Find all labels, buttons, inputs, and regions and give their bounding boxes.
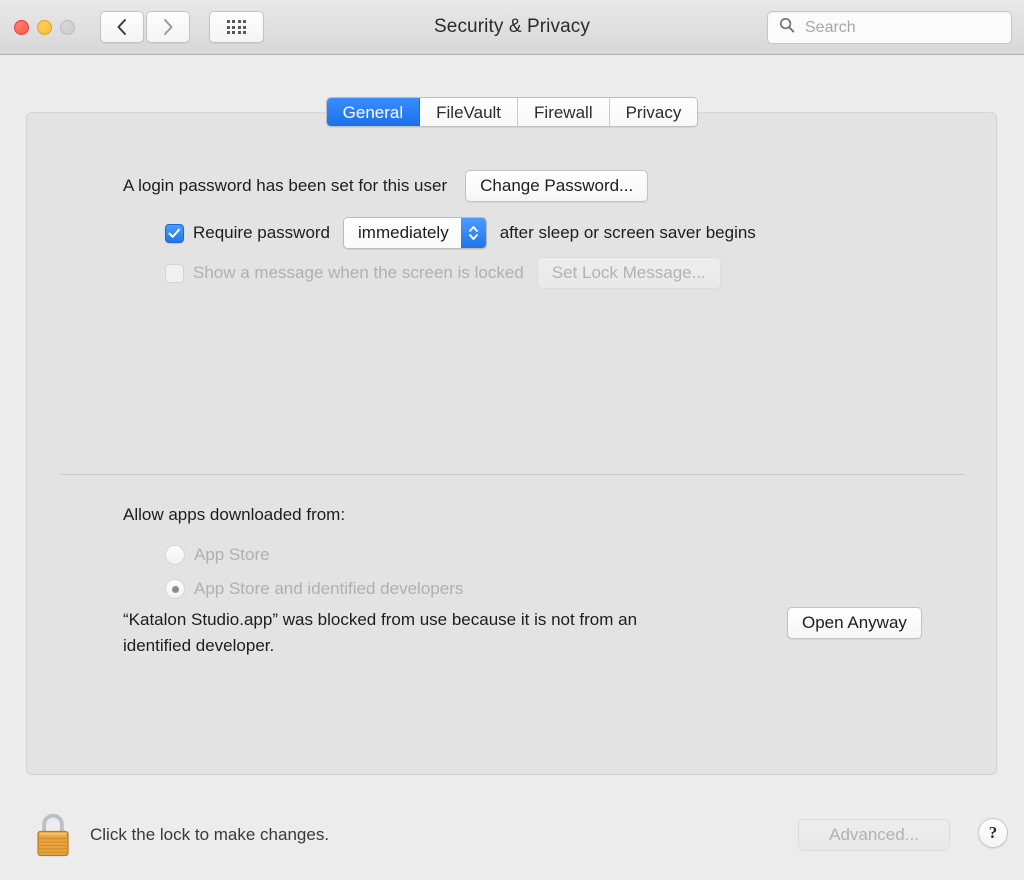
open-anyway-button[interactable]: Open Anyway — [787, 607, 922, 639]
lock-message-checkbox[interactable] — [165, 263, 184, 283]
search-input[interactable] — [803, 17, 988, 38]
back-button[interactable] — [100, 11, 144, 43]
radio-row-app-store-identified-developers[interactable]: App Store and identified developers — [165, 579, 463, 599]
navigation-button-group — [100, 11, 190, 43]
chevron-left-icon — [116, 18, 128, 36]
radio-app-store-identified-developers[interactable] — [165, 579, 185, 599]
allow-apps-heading-row: Allow apps downloaded from: — [123, 505, 345, 525]
search-icon — [779, 17, 795, 38]
change-password-button[interactable]: Change Password... — [465, 170, 649, 202]
login-password-label: A login password has been set for this u… — [123, 176, 448, 195]
radio-selected-dot-icon — [171, 585, 179, 593]
preference-pane-footer: Click the lock to make changes. Advanced… — [0, 790, 1024, 880]
set-lock-message-button[interactable]: Set Lock Message... — [536, 257, 721, 289]
traffic-light-group — [14, 19, 75, 35]
lock-message-label: Show a message when the screen is locked — [193, 263, 524, 282]
window-titlebar: Security & Privacy — [0, 0, 1024, 55]
close-window-button[interactable] — [14, 19, 29, 35]
require-password-delay-popup[interactable]: immediately — [343, 217, 487, 249]
blocked-app-message: “Katalon Studio.app” was blocked from us… — [123, 607, 783, 659]
minimize-window-button[interactable] — [37, 19, 52, 35]
require-password-row: Require password immediately after sleep… — [165, 217, 756, 249]
require-password-checkbox[interactable] — [165, 223, 184, 243]
blocked-app-message-line1: “Katalon Studio.app” was blocked from us… — [123, 610, 638, 629]
search-field[interactable] — [767, 11, 1012, 44]
tab-bar: General FileVault Firewall Privacy — [0, 97, 1024, 127]
show-all-button[interactable] — [209, 11, 264, 43]
allow-apps-heading: Allow apps downloaded from: — [123, 505, 346, 524]
forward-button[interactable] — [146, 11, 190, 43]
require-password-delay-value: immediately — [344, 218, 461, 248]
grid-icon — [226, 20, 247, 34]
tab-firewall[interactable]: Firewall — [518, 98, 610, 126]
radio-app-store-identified-developers-label: App Store and identified developers — [194, 579, 464, 598]
section-divider — [61, 474, 965, 475]
tab-privacy[interactable]: Privacy — [609, 98, 698, 126]
blocked-app-message-line2: identified developer. — [123, 636, 275, 655]
general-settings-panel: A login password has been set for this u… — [26, 112, 997, 775]
zoom-window-button[interactable] — [60, 19, 75, 35]
tab-general[interactable]: General — [326, 98, 421, 126]
chevron-up-down-icon — [460, 218, 486, 248]
lock-instruction-text: Click the lock to make changes. — [90, 825, 330, 844]
chevron-right-icon — [162, 18, 174, 36]
checkmark-icon — [168, 228, 181, 239]
radio-app-store-label: App Store — [194, 545, 270, 564]
radio-app-store[interactable] — [165, 545, 185, 565]
advanced-button[interactable]: Advanced... — [798, 819, 950, 851]
tab-group: General FileVault Firewall Privacy — [325, 97, 699, 127]
padlock-closed-icon[interactable] — [32, 810, 74, 863]
login-password-row: A login password has been set for this u… — [123, 170, 649, 202]
require-password-label: Require password — [193, 223, 331, 242]
tab-filevault[interactable]: FileVault — [420, 98, 519, 126]
help-button[interactable]: ? — [978, 818, 1008, 848]
lock-message-row: Show a message when the screen is locked… — [165, 257, 721, 289]
radio-row-app-store[interactable]: App Store — [165, 545, 270, 565]
require-password-suffix-label: after sleep or screen saver begins — [499, 223, 756, 242]
blocked-app-row: “Katalon Studio.app” was blocked from us… — [123, 607, 922, 659]
